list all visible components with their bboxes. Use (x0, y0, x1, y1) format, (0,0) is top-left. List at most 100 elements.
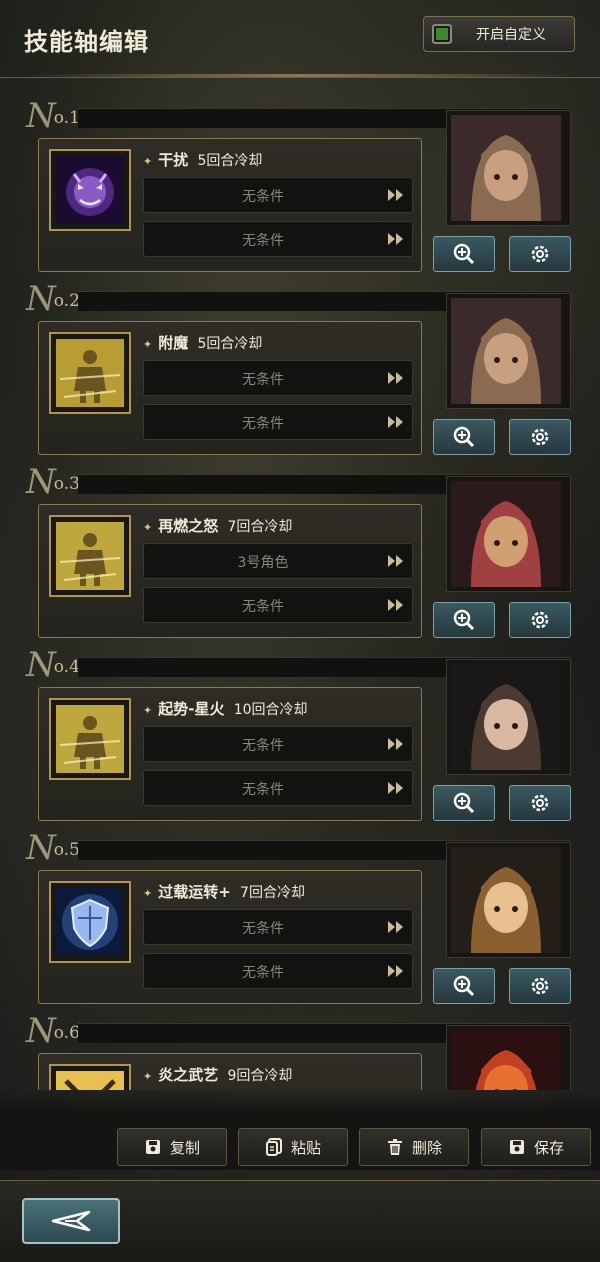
character-portrait-frame[interactable] (446, 293, 571, 409)
condition-slot[interactable]: 无条件 (143, 770, 413, 806)
back-arrow-icon (51, 1210, 91, 1232)
zoom-button[interactable] (433, 968, 495, 1004)
index-number: o.4 (53, 657, 80, 677)
skill-title: ✦ 炎之武艺 9回合冷却 (143, 1064, 292, 1085)
skill-index-label: No.2 (26, 279, 80, 319)
condition-text: 无条件 (242, 599, 284, 615)
skill-name: 起势-星火 (158, 700, 225, 718)
double-arrow-icon (388, 372, 403, 384)
condition-text: 无条件 (242, 738, 284, 754)
skill-cooldown: 7回合冷却 (227, 519, 293, 535)
skill-icon-frame[interactable] (49, 1064, 131, 1090)
double-arrow-icon (388, 965, 403, 977)
condition-slot[interactable]: 无条件 (143, 221, 413, 257)
condition-slot[interactable]: 无条件 (143, 404, 413, 440)
skill-icon-frame[interactable] (49, 881, 131, 963)
character-portrait (451, 481, 561, 587)
blue-shield-icon (56, 888, 124, 956)
settings-button[interactable] (509, 236, 571, 272)
delete-button[interactable]: 删除 (359, 1128, 469, 1166)
gear-icon (531, 428, 549, 446)
zoom-button[interactable] (433, 602, 495, 638)
skill-card[interactable]: No.4 ✦ 起势-星火 10回合冷却 无条件 无条件 (0, 645, 600, 821)
double-arrow-icon (388, 555, 403, 567)
condition-slot[interactable]: 无条件 (143, 909, 413, 945)
skill-panel: ✦ 起势-星火 10回合冷却 无条件 无条件 (38, 687, 422, 821)
skill-card[interactable]: No.3 ✦ 再燃之怒 7回合冷却 3号角色 无条件 (0, 462, 600, 638)
index-number: o.1 (53, 108, 80, 128)
character-portrait-frame[interactable] (446, 842, 571, 958)
zoom-button[interactable] (433, 785, 495, 821)
double-arrow-icon (388, 416, 403, 428)
skill-icon-frame[interactable] (49, 698, 131, 780)
condition-slot[interactable]: 无条件 (143, 726, 413, 762)
condition-slot[interactable]: 无条件 (143, 360, 413, 396)
index-prefix: N (26, 828, 56, 868)
index-prefix: N (26, 1011, 56, 1051)
skill-title: ✦ 起势-星火 10回合冷却 (143, 698, 308, 719)
skill-panel: ✦ 干扰 5回合冷却 无条件 无条件 (38, 138, 422, 272)
diamond-bullet-icon: ✦ (143, 338, 153, 351)
copy-button[interactable]: 复制 (117, 1128, 227, 1166)
delete-label: 删除 (411, 1138, 442, 1157)
settings-button[interactable] (509, 419, 571, 455)
skill-card[interactable]: No.1 ✦ 干扰 5回合冷却 无条件 无条件 (0, 96, 600, 272)
crossed-swords-icon (56, 1071, 124, 1090)
index-prefix: N (26, 462, 56, 502)
condition-slot[interactable]: 3号角色 (143, 543, 413, 579)
condition-text: 无条件 (242, 372, 284, 388)
character-portrait-frame[interactable] (446, 476, 571, 592)
double-arrow-icon (388, 738, 403, 750)
paste-button[interactable]: 粘贴 (238, 1128, 348, 1166)
index-number: o.5 (53, 840, 80, 860)
condition-slot[interactable]: 无条件 (143, 587, 413, 623)
diamond-bullet-icon: ✦ (143, 521, 153, 534)
custom-mode-toggle[interactable]: 开启自定义 (423, 16, 575, 52)
paste-icon (265, 1138, 282, 1156)
settings-button[interactable] (509, 785, 571, 821)
skill-list[interactable]: No.1 ✦ 干扰 5回合冷却 无条件 无条件 No.2 ✦ 附魔 5回合冷却 … (0, 96, 600, 1090)
skill-card[interactable]: No.6 ✦ 炎之武艺 9回合冷却 (0, 1011, 600, 1090)
save-disk-icon (509, 1140, 524, 1154)
character-portrait-frame[interactable] (446, 110, 571, 226)
condition-slot[interactable]: 无条件 (143, 953, 413, 989)
gear-icon (531, 977, 549, 995)
skill-panel: ✦ 炎之武艺 9回合冷却 (38, 1053, 422, 1090)
double-arrow-icon (388, 189, 403, 201)
skill-panel: ✦ 过载运转+ 7回合冷却 无条件 无条件 (38, 870, 422, 1004)
skill-index-label: No.4 (26, 645, 80, 685)
condition-text: 无条件 (242, 416, 284, 432)
golden-warrior-icon (56, 339, 124, 407)
magnifier-plus-icon (453, 426, 475, 448)
skill-name: 干扰 (158, 151, 189, 169)
back-button[interactable] (22, 1198, 120, 1244)
checkbox-icon[interactable] (432, 24, 452, 44)
skill-cooldown: 5回合冷却 (197, 336, 263, 352)
condition-text: 无条件 (242, 921, 284, 937)
condition-slot[interactable]: 无条件 (143, 177, 413, 213)
save-button[interactable]: 保存 (481, 1128, 591, 1166)
double-arrow-icon (388, 921, 403, 933)
character-portrait-frame[interactable] (446, 659, 571, 775)
skill-icon-frame[interactable] (49, 149, 131, 231)
header: 技能轴编辑 开启自定义 (0, 0, 600, 78)
skill-index-label: No.1 (26, 96, 80, 136)
skill-index-label: No.3 (26, 462, 80, 502)
zoom-button[interactable] (433, 419, 495, 455)
golden-warrior-icon (56, 705, 124, 773)
save-label: 保存 (533, 1138, 564, 1157)
skill-card[interactable]: No.5 ✦ 过载运转+ 7回合冷却 无条件 无条件 (0, 828, 600, 1004)
skill-name: 再燃之怒 (158, 517, 219, 535)
double-arrow-icon (388, 782, 403, 794)
skill-title: ✦ 附魔 5回合冷却 (143, 332, 262, 353)
skill-title: ✦ 再燃之怒 7回合冷却 (143, 515, 292, 536)
character-portrait-frame[interactable] (446, 1025, 571, 1090)
skill-icon-frame[interactable] (49, 332, 131, 414)
settings-button[interactable] (509, 602, 571, 638)
gear-icon (531, 611, 549, 629)
zoom-button[interactable] (433, 236, 495, 272)
skill-card[interactable]: No.2 ✦ 附魔 5回合冷却 无条件 无条件 (0, 279, 600, 455)
header-divider (30, 74, 570, 77)
settings-button[interactable] (509, 968, 571, 1004)
skill-icon-frame[interactable] (49, 515, 131, 597)
